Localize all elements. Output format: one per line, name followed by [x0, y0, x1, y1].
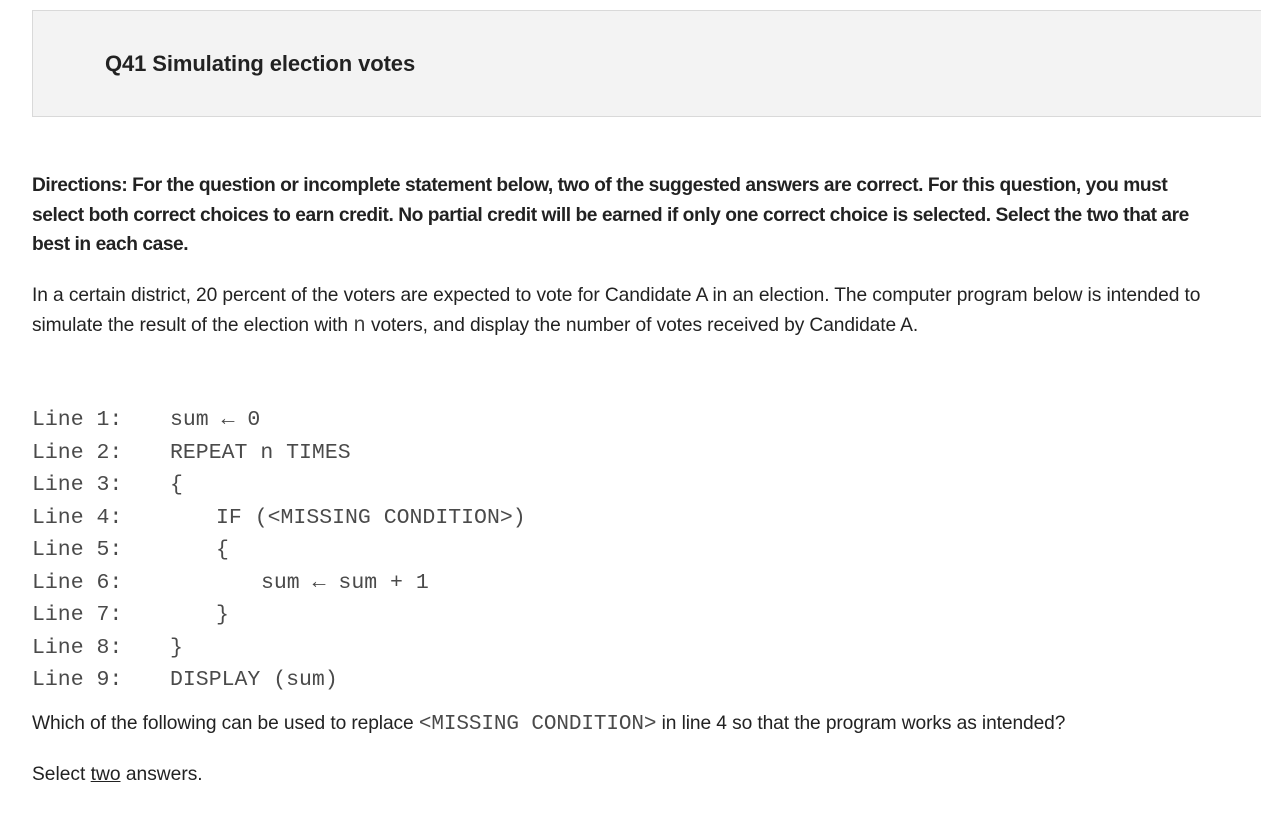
instruction-before: Select — [32, 764, 91, 785]
code-line-label: Line 7: — [32, 603, 123, 627]
code-line-text: IF (<MISSING CONDITION>) — [216, 505, 526, 530]
question-title: Q41 Simulating election votes — [105, 51, 416, 76]
code-line-text: DISPLAY (sum) — [170, 668, 338, 692]
question-text-after: in line 4 so that the program works as i… — [656, 713, 1066, 734]
question-header: Q41 Simulating election votes — [32, 10, 1261, 117]
code-line-text: sum ← sum + 1 — [261, 570, 429, 595]
code-line-label: Line 8: — [32, 635, 123, 660]
prompt-variable: n — [353, 314, 366, 338]
question-prompt: In a certain district, 20 percent of the… — [32, 281, 1222, 341]
code-line-text: { — [170, 473, 183, 497]
instruction-emphasis: two — [90, 764, 121, 785]
directions-text: Directions: For the question or incomple… — [32, 175, 1189, 255]
code-line: Line 3: { — [32, 469, 183, 502]
code-line-text: { — [216, 538, 229, 562]
code-line: Line 1: sum ← 0 — [32, 404, 260, 437]
code-line-label: Line 3: — [32, 473, 123, 497]
instruction-after: answers. — [120, 764, 203, 785]
code-line-text: } — [170, 635, 183, 660]
code-line-label: Line 6: — [32, 570, 123, 595]
code-line: Line 5: { — [32, 534, 229, 567]
code-line-label: Line 2: — [32, 440, 123, 465]
answer-instruction: Select two answers. — [32, 764, 203, 786]
code-line: Line 6: sum ← sum + 1 — [32, 567, 429, 600]
code-line-text: REPEAT n TIMES — [170, 440, 351, 465]
question-stem: Which of the following can be used to re… — [32, 713, 1065, 736]
code-line-label: Line 4: — [32, 505, 123, 530]
code-line: Line 4: IF (<MISSING CONDITION>) — [32, 502, 526, 535]
code-line-label: Line 1: — [32, 408, 123, 432]
code-line-text: } — [216, 603, 229, 627]
question-inline-code: <MISSING CONDITION> — [418, 713, 657, 736]
code-line: Line 9: DISPLAY (sum) — [32, 664, 338, 697]
code-block: Line 1: sum ← 0 Line 2: REPEAT n TIMES L… — [32, 404, 526, 697]
code-line-label: Line 5: — [32, 538, 123, 562]
code-line-text: sum ← 0 — [170, 408, 261, 432]
code-line: Line 2: REPEAT n TIMES — [32, 437, 351, 470]
question-text-before: Which of the following can be used to re… — [32, 713, 419, 734]
code-line: Line 8: } — [32, 632, 183, 665]
prompt-text-after: voters, and display the number of votes … — [365, 314, 919, 336]
code-line-label: Line 9: — [32, 668, 123, 692]
code-line: Line 7: } — [32, 599, 229, 632]
